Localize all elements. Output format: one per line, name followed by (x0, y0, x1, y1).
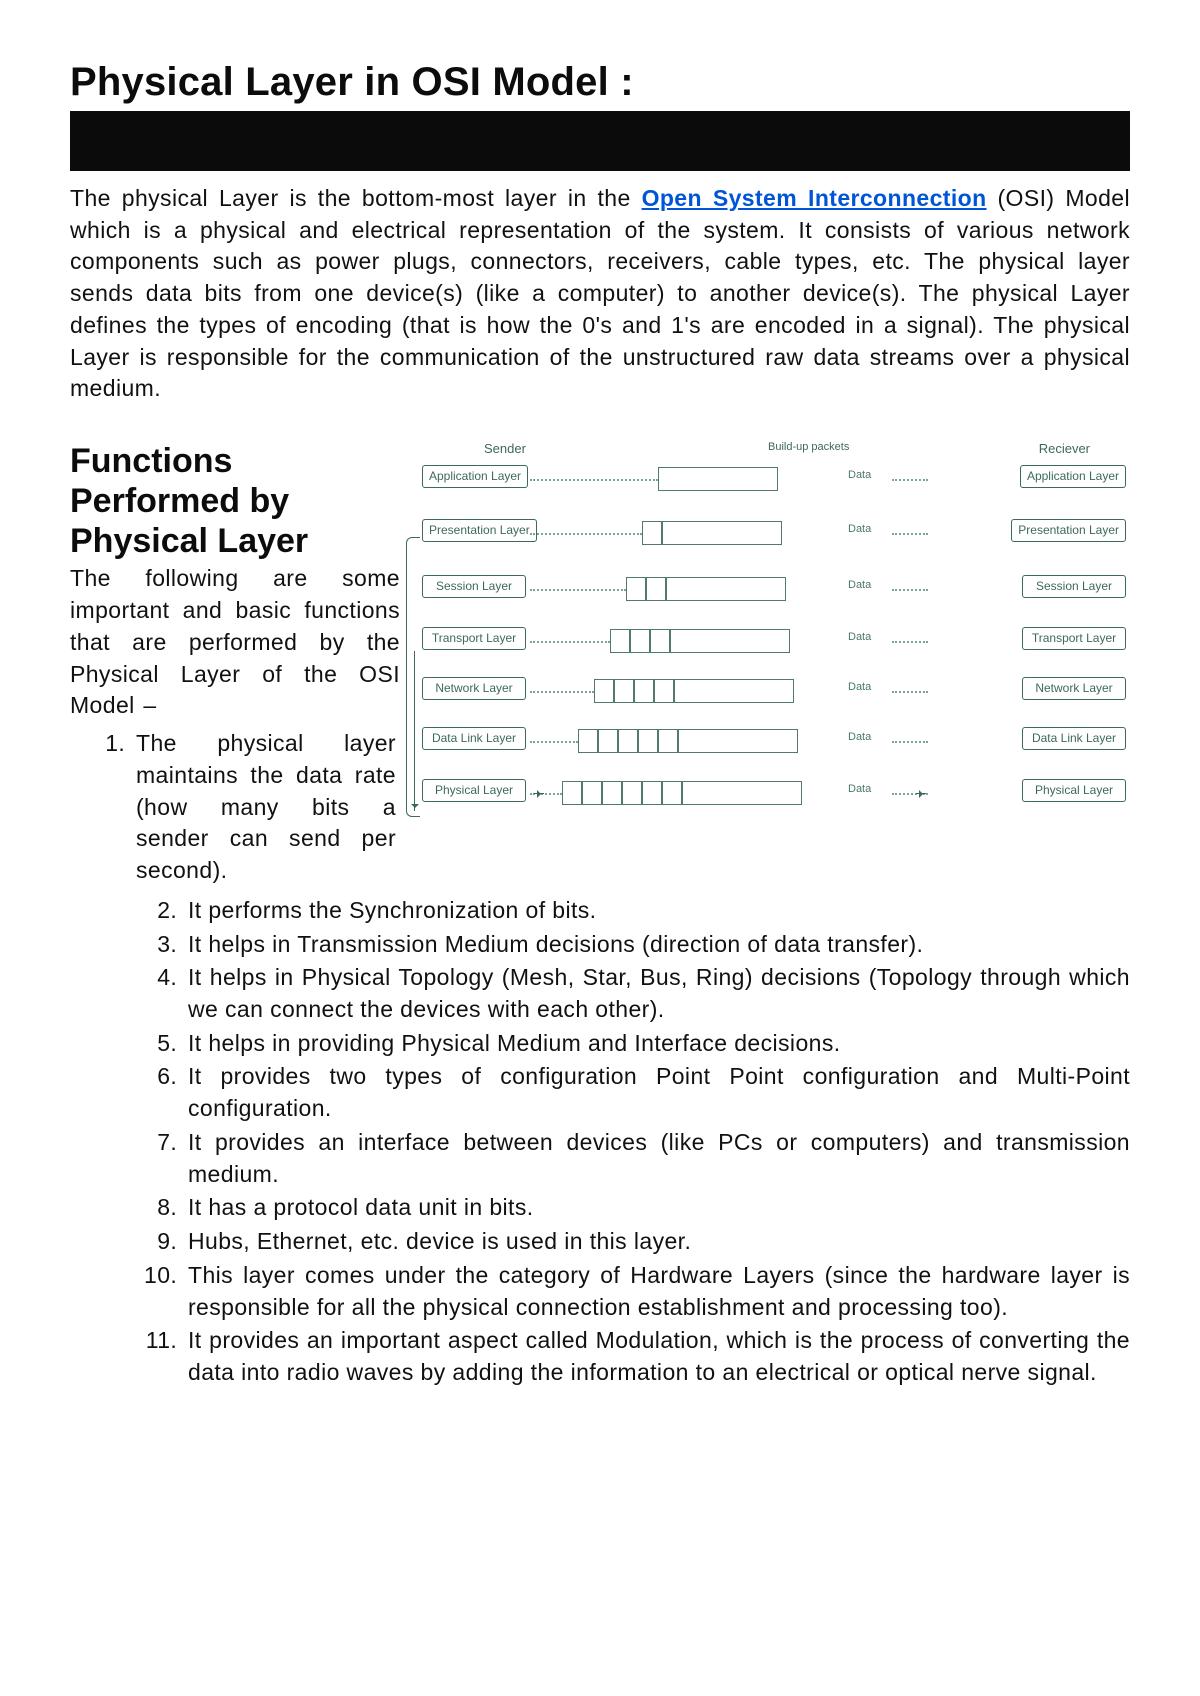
intro-paragraph: The physical Layer is the bottom-most la… (70, 183, 1130, 405)
list-item: Hubs, Ethernet, etc. device is used in t… (184, 1226, 1130, 1258)
page-title: Physical Layer in OSI Model : (70, 60, 1130, 105)
packet (658, 467, 778, 491)
func-11: It provides an important aspect called M… (188, 1327, 1130, 1385)
diagram-header-receiver: Reciever (1039, 441, 1090, 456)
diagram-row: Data Link Layer Data Link Layer Data (418, 727, 1130, 771)
redacted-bullet (110, 129, 1130, 147)
packet-data-label: Data (848, 731, 871, 743)
layer-box-receiver: Presentation Layer (1011, 519, 1126, 542)
list-item: It provides two types of configuration P… (184, 1061, 1130, 1124)
redacted-bullet (110, 147, 1130, 165)
packet (642, 521, 782, 545)
diagram-row: Session Layer Session Layer Data (418, 575, 1130, 619)
func-10: This layer comes under the category of H… (188, 1262, 1130, 1320)
osi-diagram: Sender Build-up packets Reciever Applica… (418, 441, 1130, 831)
layer-box-sender: Physical Layer (422, 779, 526, 802)
diagram-row: Application Layer Application Layer Data (418, 465, 1130, 509)
arrow-down-icon (414, 651, 415, 811)
layer-box-receiver: Physical Layer (1022, 779, 1126, 802)
list-item: It helps in Transmission Medium decision… (184, 929, 1130, 961)
layer-box-receiver: Data Link Layer (1022, 727, 1126, 750)
list-item: It provides an interface between devices… (184, 1127, 1130, 1190)
layer-box-sender: Application Layer (422, 465, 528, 488)
layer-box-receiver: Session Layer (1022, 575, 1126, 598)
layer-box-receiver: Network Layer (1022, 677, 1126, 700)
list-item: The physical layer maintains the data ra… (132, 728, 400, 887)
intro-pre: The physical Layer is the bottom-most la… (70, 185, 642, 211)
packet (562, 781, 802, 805)
packet (610, 629, 790, 653)
packet-data-label: Data (848, 469, 871, 481)
osi-link[interactable]: Open System Interconnection (642, 185, 987, 211)
diagram-header-sender: Sender (484, 441, 526, 456)
layer-box-sender: Data Link Layer (422, 727, 526, 750)
packet-data-label: Data (848, 523, 871, 535)
func-1: The physical layer maintains the data ra… (136, 730, 396, 883)
func-3: It helps in Transmission Medium decision… (188, 931, 923, 957)
func-9: Hubs, Ethernet, etc. device is used in t… (188, 1228, 691, 1254)
diagram-row: Physical Layer Physical Layer Data (418, 779, 1130, 823)
layer-box-sender: Network Layer (422, 677, 526, 700)
func-2: It performs the Synchronization of bits. (188, 897, 596, 923)
layer-box-sender: Session Layer (422, 575, 526, 598)
func-4: It helps in Physical Topology (Mesh, Sta… (188, 964, 1130, 1022)
list-item: It has a protocol data unit in bits. (184, 1192, 1130, 1224)
functions-lead: The following are some important and bas… (70, 563, 400, 722)
list-item: This layer comes under the category of H… (184, 1260, 1130, 1323)
layer-box-sender: Presentation Layer (422, 519, 537, 542)
func-5: It helps in providing Physical Medium an… (188, 1030, 841, 1056)
layer-box-receiver: Transport Layer (1022, 627, 1126, 650)
list-item: It helps in Physical Topology (Mesh, Sta… (184, 962, 1130, 1025)
diagram-row: Transport Layer Transport Layer Data (418, 627, 1130, 671)
list-item: It helps in providing Physical Medium an… (184, 1028, 1130, 1060)
func-6: It provides two types of configuration P… (188, 1063, 1130, 1121)
layer-box-receiver: Application Layer (1020, 465, 1126, 488)
packet (594, 679, 794, 703)
list-item: It provides an important aspect called M… (184, 1325, 1130, 1388)
redacted-block (70, 111, 1130, 171)
diagram-row: Presentation Layer Presentation Layer Data (418, 519, 1130, 563)
packet-data-label: Data (848, 783, 871, 795)
diagram-header-middle: Build-up packets (768, 441, 849, 453)
func-7: It provides an interface between devices… (188, 1129, 1130, 1187)
functions-heading: Functions Performed by Physical Layer (70, 441, 400, 561)
redacted-bullet (110, 111, 1130, 129)
intro-post: (OSI) Model which is a physical and elec… (70, 185, 1130, 401)
packet (626, 577, 786, 601)
packet-data-label: Data (848, 579, 871, 591)
packet-data-label: Data (848, 681, 871, 693)
packet-data-label: Data (848, 631, 871, 643)
layer-box-sender: Transport Layer (422, 627, 526, 650)
packet (578, 729, 798, 753)
functions-list: It performs the Synchronization of bits.… (184, 895, 1130, 1389)
diagram-row: Network Layer Network Layer Data (418, 677, 1130, 721)
list-item: It performs the Synchronization of bits. (184, 895, 1130, 927)
func-8: It has a protocol data unit in bits. (188, 1194, 534, 1220)
